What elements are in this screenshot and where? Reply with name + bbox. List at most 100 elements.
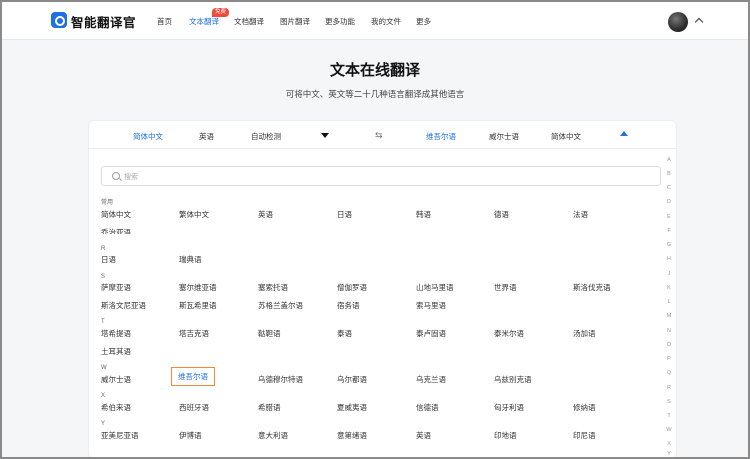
alpha-index-p[interactable]: P — [664, 356, 674, 362]
alpha-index-o[interactable]: O — [664, 342, 674, 348]
lang-item[interactable]: 塞索托语 — [258, 282, 288, 293]
lang-item[interactable]: 苏格兰盖尔语 — [258, 300, 303, 311]
group-label-t: T — [101, 319, 105, 325]
lang-item[interactable]: 乔治亚语 — [101, 227, 131, 234]
source-lang-auto-detect[interactable]: 自动检测 — [251, 131, 281, 142]
free-badge: 免费 — [212, 8, 230, 17]
lang-item[interactable]: 希伯来语 — [101, 402, 131, 413]
alpha-index-l[interactable]: L — [664, 299, 674, 305]
lang-item[interactable]: 塔吉克语 — [179, 328, 209, 339]
lang-item[interactable]: 法语 — [573, 209, 588, 220]
chevron-up-icon[interactable] — [694, 17, 704, 27]
lang-item[interactable]: 意第绪语 — [337, 430, 367, 441]
lang-item[interactable]: 德语 — [494, 209, 509, 220]
lang-item[interactable]: 乌德穆尔特语 — [258, 374, 303, 385]
lang-item[interactable]: 瑞典语 — [179, 254, 202, 265]
lang-item[interactable]: 日语 — [101, 254, 116, 265]
search-input[interactable]: 搜索 — [101, 166, 661, 186]
lang-item[interactable]: 汤加语 — [573, 328, 596, 339]
alpha-index-q[interactable]: Q — [664, 370, 674, 376]
lang-item[interactable]: 乌兹别克语 — [494, 374, 532, 385]
lang-item[interactable]: 英语 — [416, 430, 431, 441]
lang-item[interactable]: 日语 — [337, 209, 352, 220]
lang-item[interactable]: 印地语 — [494, 430, 517, 441]
group-label-s: S — [101, 274, 106, 280]
caret-down-icon[interactable] — [321, 133, 329, 138]
alpha-index-f[interactable]: F — [664, 228, 674, 234]
lang-item[interactable]: 泰语 — [337, 328, 352, 339]
nav-my-files[interactable]: 我的文件 — [371, 16, 401, 27]
avatar[interactable] — [668, 12, 688, 32]
alpha-index-j[interactable]: J — [664, 271, 674, 277]
lang-item-selected[interactable]: 维吾尔语 — [171, 367, 215, 386]
alpha-index-c[interactable]: C — [664, 185, 674, 191]
lang-item[interactable]: 山地马里语 — [416, 282, 454, 293]
lang-item[interactable]: 印尼语 — [573, 430, 596, 441]
target-lang-welsh[interactable]: 威尔士语 — [489, 131, 519, 142]
nav-image-translate[interactable]: 图片翻译 — [280, 16, 310, 27]
alpha-index-t[interactable]: T — [664, 413, 674, 419]
lang-item[interactable]: 斯洛伐克语 — [573, 282, 611, 293]
lang-item[interactable]: 斯瓦希里语 — [179, 300, 217, 311]
source-lang-simplified-chinese[interactable]: 简体中文 — [133, 131, 163, 142]
source-lang-english[interactable]: 英语 — [199, 131, 214, 142]
lang-item[interactable]: 夏威夷语 — [337, 402, 367, 413]
nav-doc-translate[interactable]: 文档翻译 — [234, 16, 264, 27]
nav-more-features[interactable]: 更多功能 — [325, 16, 355, 27]
search-icon — [112, 172, 120, 180]
target-lang-simplified-chinese[interactable]: 简体中文 — [551, 131, 581, 142]
lang-item[interactable]: 西班牙语 — [179, 402, 209, 413]
alpha-index-r[interactable]: R — [664, 385, 674, 391]
lang-item[interactable]: 斯洛文尼亚语 — [101, 300, 146, 311]
lang-item[interactable]: 世界语 — [494, 282, 517, 293]
lang-item[interactable]: 韩语 — [416, 209, 431, 220]
lang-item[interactable]: 简体中文 — [101, 209, 131, 220]
alpha-index-k[interactable]: K — [664, 285, 674, 291]
group-label-r: R — [101, 246, 106, 252]
alpha-index-n[interactable]: N — [664, 328, 674, 334]
alpha-index-d[interactable]: D — [664, 199, 674, 205]
lang-item[interactable]: 伊博语 — [179, 430, 202, 441]
nav-more[interactable]: 更多 — [416, 16, 431, 27]
alpha-index-b[interactable]: B — [664, 171, 674, 177]
alpha-index-a[interactable]: A — [664, 157, 674, 163]
lang-item[interactable]: 宿务语 — [337, 300, 360, 311]
lang-item[interactable]: 土耳其语 — [101, 346, 131, 357]
lang-item[interactable]: 乌尔都语 — [337, 374, 367, 385]
lang-item[interactable]: 塞尔维亚语 — [179, 282, 217, 293]
alpha-index-e[interactable]: E — [664, 214, 674, 220]
lang-item[interactable]: 乌克兰语 — [416, 374, 446, 385]
lang-item[interactable]: 索马里语 — [416, 300, 446, 311]
lang-item[interactable]: 塔希提语 — [101, 328, 131, 339]
alpha-index-w[interactable]: W — [664, 427, 674, 433]
alpha-index-z[interactable]: Z — [664, 457, 674, 458]
nav-text-translate[interactable]: 文本翻译 — [189, 16, 219, 27]
divider — [88, 148, 677, 149]
caret-up-icon[interactable] — [620, 131, 628, 136]
alpha-index-x[interactable]: X — [664, 441, 674, 447]
lang-item[interactable]: 亚美尼亚语 — [101, 430, 139, 441]
lang-item[interactable]: 萨摩亚语 — [101, 282, 131, 293]
lang-item[interactable]: 僧伽罗语 — [337, 282, 367, 293]
swap-languages-icon[interactable]: ⇆ — [375, 131, 387, 140]
alpha-index-g[interactable]: G — [664, 242, 674, 248]
lang-item[interactable]: 泰卢固语 — [416, 328, 446, 339]
lang-item[interactable]: 威尔士语 — [101, 374, 131, 385]
alpha-index-m[interactable]: M — [664, 313, 674, 319]
lang-item[interactable]: 英语 — [258, 209, 273, 220]
alpha-index-s[interactable]: S — [664, 399, 674, 405]
lang-item[interactable]: 鞑靼语 — [258, 328, 281, 339]
app-logo-icon[interactable] — [51, 12, 67, 28]
lang-item[interactable]: 信德语 — [416, 402, 439, 413]
lang-item[interactable]: 繁体中文 — [179, 209, 209, 220]
nav-home[interactable]: 首页 — [157, 16, 172, 27]
target-lang-uyghur[interactable]: 维吾尔语 — [426, 131, 456, 142]
lang-item[interactable]: 意大利语 — [258, 430, 288, 441]
lang-item[interactable]: 希腊语 — [258, 402, 281, 413]
lang-item[interactable]: 匈牙利语 — [494, 402, 524, 413]
brand-name[interactable]: 智能翻译官 — [71, 12, 136, 31]
alpha-index-h[interactable]: H — [664, 256, 674, 262]
group-label-w: W — [101, 365, 107, 371]
lang-item[interactable]: 泰米尔语 — [494, 328, 524, 339]
lang-item[interactable]: 修纳语 — [573, 402, 596, 413]
